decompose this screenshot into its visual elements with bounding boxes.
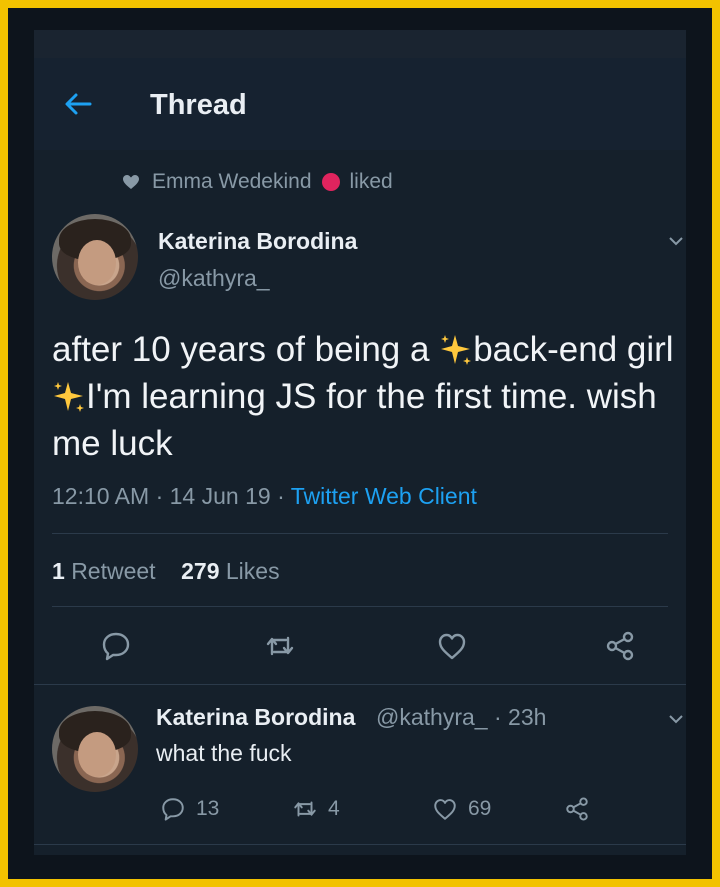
retweet-icon [266,636,294,656]
chevron-down-icon[interactable] [668,236,684,246]
retweet-count: 1 [52,558,65,584]
social-action: liked [349,170,393,193]
screenshot-frame: Thread Emma Wedekind liked Katerina Boro… [0,0,720,887]
reply-author-handle: @kathyra_ · 23h [376,704,547,730]
social-context: Emma Wedekind liked [122,170,393,194]
reply-author-name[interactable]: Katerina Borodina [156,704,355,731]
app-bar: Thread [34,58,686,150]
tweet-meta: 12:10 AM · 14 Jun 19 · Twitter Web Clien… [52,483,477,509]
reply-retweet-count: 4 [328,797,340,820]
divider [52,606,668,607]
thread-content: Emma Wedekind liked Katerina Borodina @k… [34,150,686,855]
sparkles-icon [441,335,472,365]
share-icon [566,797,588,821]
like-icon [438,633,466,660]
share-icon [606,631,634,661]
reply-share-button[interactable] [564,796,600,822]
reply-reply-button[interactable]: 13 [160,796,219,822]
avatar[interactable] [52,706,138,792]
divider [34,684,686,685]
tweet-date: 14 Jun 19 [169,483,271,509]
reply-retweet-button[interactable]: 4 [292,796,340,822]
tweet-stats: 1 Retweet 279 Likes [52,558,280,585]
page-title: Thread [150,89,247,121]
share-button[interactable] [604,630,636,662]
like-icon [434,799,456,820]
reply-icon [162,798,184,821]
retweet-label[interactable]: Retweet [71,558,155,584]
retweet-icon [294,801,316,817]
reply-icon [102,632,130,661]
sparkles-icon [54,382,84,412]
liker-name[interactable]: Emma Wedekind [152,170,312,194]
tweet-time: 12:10 AM [52,483,150,509]
reply-count: 13 [196,797,220,820]
liker-avatar [321,173,340,191]
like-button[interactable] [436,630,468,662]
reply-text: what the fuck [156,740,292,766]
likes-label[interactable]: Likes [226,558,280,584]
reply-like-button[interactable]: 69 [432,796,491,822]
tweet-client-link[interactable]: Twitter Web Client [291,483,477,509]
chevron-down-icon[interactable] [668,714,684,724]
retweet-button[interactable] [264,630,296,662]
status-bar [34,30,686,58]
tweet-text: after 10 years of being a back-end girl … [52,330,674,463]
reply-like-count: 69 [468,797,492,820]
heart-icon [123,175,139,189]
likes-count: 279 [181,558,220,584]
back-arrow-icon[interactable] [64,92,92,116]
author-handle[interactable]: @kathyra_ [158,265,270,292]
reply-button[interactable] [100,630,132,662]
divider [52,533,668,534]
reply-time: 23h [508,704,547,730]
author-name[interactable]: Katerina Borodina [158,228,357,255]
avatar[interactable] [52,214,138,300]
divider [34,844,686,845]
